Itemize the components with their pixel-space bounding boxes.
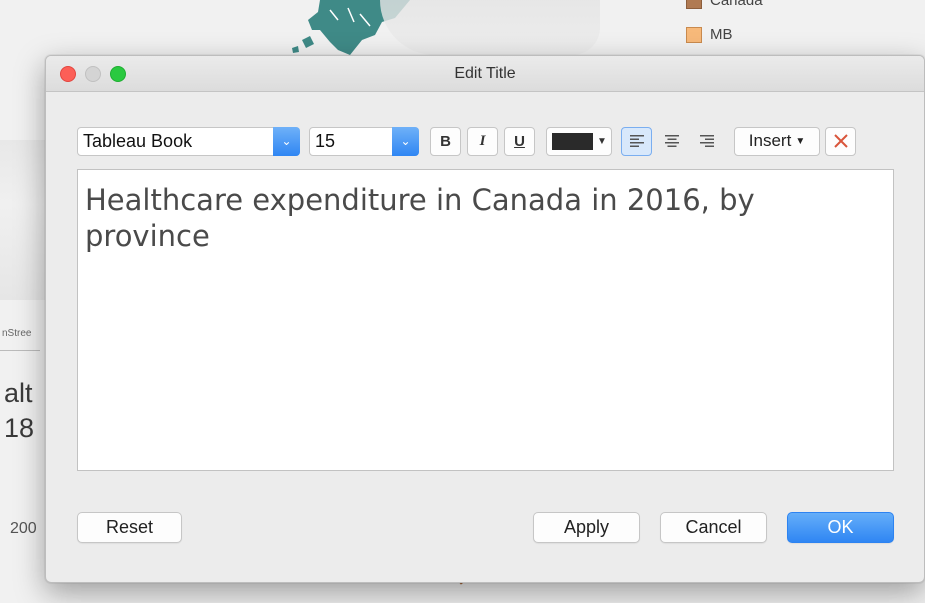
alignment-group — [621, 126, 722, 156]
align-left-button[interactable] — [621, 126, 652, 156]
background-title-fragment: alt — [4, 378, 33, 408]
align-center-button[interactable] — [656, 127, 687, 156]
font-family-select[interactable]: Tableau Book ⌄ — [77, 126, 300, 156]
background-legend-item: Canada — [686, 0, 763, 9]
insert-label: Insert — [748, 131, 792, 150]
close-x-icon — [833, 134, 848, 148]
font-family-value: Tableau Book — [83, 130, 193, 151]
title-text-content: Healthcare expenditure in Canada in 2016… — [85, 183, 755, 253]
edit-title-dialog: Edit Title Tableau Book ⌄ 15 ⌄ B I U ▼ I… — [45, 55, 925, 583]
background-legend-item: MB — [686, 26, 733, 43]
background-title-fragment: 18 — [4, 413, 35, 443]
formatting-toolbar: Tableau Book ⌄ 15 ⌄ B I U ▼ Insert ▼ — [77, 125, 856, 157]
align-right-button[interactable] — [691, 127, 722, 156]
background-map-edge — [0, 140, 45, 300]
dropdown-arrow-icon: ▼ — [795, 135, 806, 147]
legend-label: Canada — [710, 0, 763, 9]
align-left-icon — [629, 135, 644, 147]
cancel-button[interactable]: Cancel — [660, 512, 767, 543]
legend-swatch — [686, 0, 702, 9]
legend-swatch — [686, 26, 702, 43]
legend-label: MB — [710, 26, 733, 43]
background-axis-label: 200 — [10, 520, 37, 537]
dropdown-arrow-icon: ▼ — [597, 135, 607, 147]
color-swatch — [552, 132, 593, 150]
bold-button[interactable]: B — [430, 126, 461, 156]
text-color-picker[interactable]: ▼ — [546, 126, 612, 156]
dialog-titlebar[interactable]: Edit Title — [46, 56, 924, 92]
reset-button[interactable]: Reset — [77, 512, 182, 543]
chevron-down-icon[interactable]: ⌄ — [392, 126, 419, 156]
align-right-icon — [699, 135, 714, 147]
title-text-editor[interactable]: Healthcare expenditure in Canada in 2016… — [77, 169, 894, 471]
clear-formatting-button[interactable] — [825, 126, 856, 156]
underline-button[interactable]: U — [504, 126, 535, 156]
background-source-text: nStree — [2, 328, 32, 339]
font-size-value: 15 — [315, 130, 336, 151]
align-center-icon — [664, 135, 679, 147]
dialog-title: Edit Title — [454, 65, 516, 82]
background-map-gray-region — [380, 0, 600, 55]
insert-menu-button[interactable]: Insert ▼ — [734, 126, 820, 156]
background-divider — [0, 350, 40, 351]
italic-button[interactable]: I — [467, 126, 498, 156]
apply-button[interactable]: Apply — [533, 512, 640, 543]
font-size-select[interactable]: 15 ⌄ — [309, 126, 419, 156]
ok-button[interactable]: OK — [787, 512, 894, 543]
chevron-down-icon[interactable]: ⌄ — [273, 126, 300, 156]
